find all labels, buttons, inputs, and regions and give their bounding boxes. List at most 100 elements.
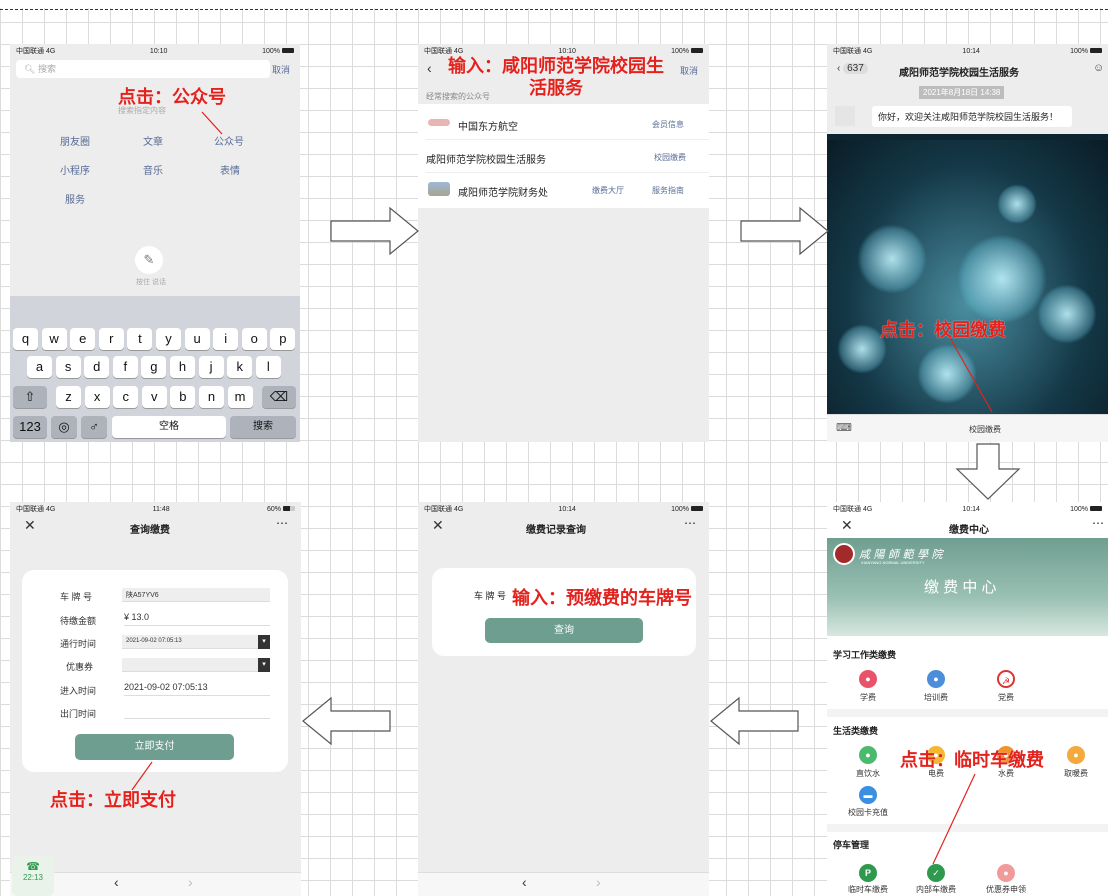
close-icon[interactable]: ✕ [841,517,853,534]
voice-button[interactable]: ✎ [135,246,163,274]
pass-time-select[interactable]: 2021-09-02 07:05:13 ▾ [122,635,270,649]
key-p[interactable]: p [270,328,296,350]
category-articles[interactable]: 文章 [143,133,163,148]
globe-key-icon[interactable]: ◎ [51,416,77,438]
call-dock[interactable]: ☎ 22:13 [12,856,54,896]
school-name-en: XIANYANG NORMAL UNIVERSITY [861,560,925,565]
key-d[interactable]: d [84,356,110,378]
exit-time-field [124,705,270,719]
numbers-key[interactable]: 123 [13,416,47,438]
result-row-2[interactable]: 咸阳师范学院校园生活服务 [426,151,546,166]
result-row-3-link1[interactable]: 缴费大厅 [592,185,624,196]
key-b[interactable]: b [170,386,196,408]
nav-back-icon[interactable]: ‹ [522,874,527,890]
key-g[interactable]: g [141,356,167,378]
arrow-left-icon [302,696,391,746]
category-services[interactable]: 服务 [65,191,85,206]
more-icon[interactable]: ⋯ [276,516,288,530]
key-h[interactable]: h [170,356,195,378]
microphone-icon: ✎ [143,252,155,267]
key-i[interactable]: i [213,328,239,350]
search-key[interactable]: 搜索 [230,416,296,438]
key-j[interactable]: j [198,356,224,378]
account-logo [428,119,450,126]
internal-parking-label[interactable]: 内部车缴费 [911,884,961,895]
key-t[interactable]: t [127,328,153,350]
annotation-click-temp-parking: 点击：临时车缴费 [900,750,1044,771]
nav-forward-icon[interactable]: › [596,874,601,890]
card-topup-icon[interactable]: ▬ [859,786,877,804]
temp-parking-icon[interactable]: P [859,864,877,882]
result-row-3[interactable]: 咸阳师范学院财务处 [458,184,548,199]
key-u[interactable]: u [184,328,210,350]
result-row-2-link[interactable]: 校园缴费 [654,152,686,163]
keyboard-toggle-icon[interactable]: ⌨ [836,421,852,434]
heating-icon[interactable]: ● [1067,746,1085,764]
shift-key-icon[interactable]: ⇧ [13,386,47,408]
category-stickers[interactable]: 表情 [220,162,240,177]
profile-icon[interactable]: ☺ [1093,62,1104,74]
close-icon[interactable]: ✕ [24,517,36,534]
field-label: 车 牌 号 [60,592,93,602]
training-icon[interactable]: ● [927,670,945,688]
category-moments[interactable]: 朋友圈 [60,133,90,148]
cancel-button[interactable]: 取消 [680,64,698,77]
key-f[interactable]: f [112,356,138,378]
status-bar: 中国联通 4G 10:14 100% [827,502,1108,516]
key-s[interactable]: s [55,356,81,378]
key-w[interactable]: w [41,328,67,350]
pointer-line [932,773,976,865]
microphone-key-icon[interactable]: ♂ [81,416,107,438]
nav-forward-icon[interactable]: › [188,874,193,890]
tuition-icon[interactable]: ● [859,670,877,688]
school-logo [833,543,855,565]
key-e[interactable]: e [70,328,96,350]
backspace-key-icon[interactable]: ⌫ [262,386,296,408]
coupon-icon[interactable]: ● [997,864,1015,882]
more-icon[interactable]: ⋯ [684,516,696,530]
result-row-1-link[interactable]: 会员信息 [652,119,684,130]
key-v[interactable]: v [141,386,167,408]
bokeh [857,224,927,294]
result-row-3-link2[interactable]: 服务指南 [652,185,684,196]
pay-now-button[interactable]: 立即支付 [75,734,234,760]
key-k[interactable]: k [227,356,253,378]
key-r[interactable]: r [98,328,124,350]
key-y[interactable]: y [156,328,181,350]
key-l[interactable]: l [255,356,281,378]
category-mini-programs[interactable]: 小程序 [60,162,90,177]
coupon-select[interactable]: ▾ [122,658,270,672]
category-music[interactable]: 音乐 [143,162,163,177]
more-icon[interactable]: ⋯ [1092,516,1104,530]
party-fee-icon[interactable]: ☭ [997,670,1015,688]
close-icon[interactable]: ✕ [432,517,444,534]
back-icon[interactable]: ‹ [427,60,432,76]
key-m[interactable]: m [227,386,253,408]
key-z[interactable]: z [56,386,81,408]
nav-back-icon[interactable]: ‹ [114,874,119,890]
space-key[interactable]: 空格 [112,416,226,438]
key-o[interactable]: o [241,328,267,350]
key-n[interactable]: n [199,386,224,408]
water-label[interactable]: 直饮水 [843,768,893,779]
tuition-label[interactable]: 学费 [843,692,893,703]
back-button[interactable]: ‹ 637 [837,63,868,74]
coupon-label[interactable]: 优惠券申领 [981,884,1031,895]
key-c[interactable]: c [113,386,139,408]
plate-field: 陕A57YV6 [122,588,270,602]
field-label: 进入时间 [60,686,97,696]
key-x[interactable]: x [84,386,110,408]
query-button[interactable]: 查询 [485,618,643,643]
cancel-button[interactable]: 取消 [272,63,290,76]
party-fee-label[interactable]: 党费 [981,692,1031,703]
card-topup-label[interactable]: 校园卡充值 [843,807,893,818]
training-label[interactable]: 培训费 [911,692,961,703]
key-q[interactable]: q [13,328,38,350]
water-icon[interactable]: ● [859,746,877,764]
key-a[interactable]: a [27,356,52,378]
temp-parking-label[interactable]: 临时车缴费 [843,884,893,895]
result-row-1[interactable]: 中国东方航空 [458,118,518,133]
heating-label[interactable]: 取暖费 [1051,768,1101,779]
search-input[interactable]: 🔍︎ 搜索 [16,60,270,78]
menu-campus-payment[interactable]: 校园缴费 [969,424,1001,435]
